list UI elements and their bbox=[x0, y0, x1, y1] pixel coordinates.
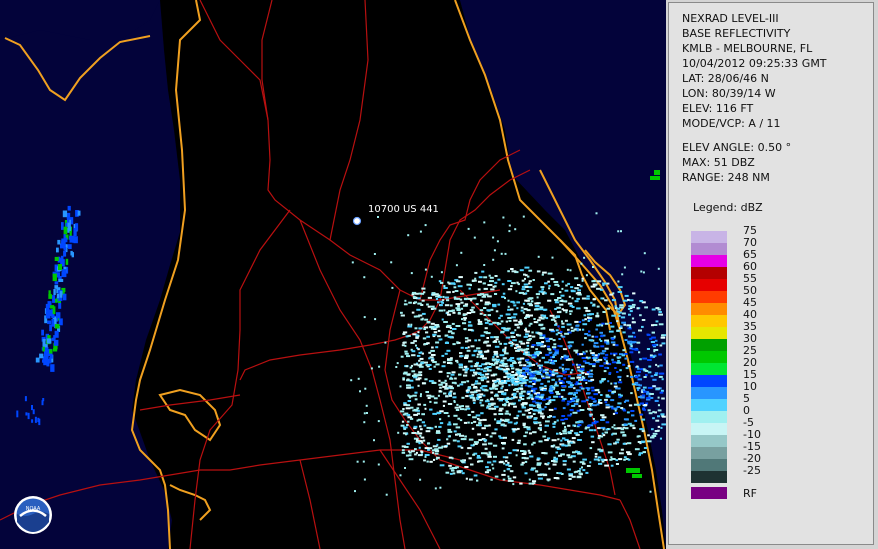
legend-swatch bbox=[691, 231, 727, 243]
legend-swatch bbox=[691, 267, 727, 279]
legend-label-rf: RF bbox=[743, 487, 757, 500]
radar-site-marker[interactable] bbox=[592, 367, 602, 377]
mode-vcp: MODE/VCP: A / 11 bbox=[682, 117, 781, 130]
place-label: 10700 US 441 bbox=[368, 204, 439, 215]
station-latitude: LAT: 28/06/46 N bbox=[682, 72, 769, 85]
scan-datetime: 10/04/2012 09:25:33 GMT bbox=[682, 57, 827, 70]
legend-label: -25 bbox=[743, 464, 761, 477]
legend-swatch bbox=[691, 351, 727, 363]
svg-text:NOAA: NOAA bbox=[26, 506, 41, 512]
radar-map[interactable]: 10700 US 441 NOAA bbox=[0, 0, 666, 549]
legend-swatch bbox=[691, 459, 727, 471]
legend-swatch bbox=[691, 387, 727, 399]
legend-swatch bbox=[691, 363, 727, 375]
product-title: NEXRAD LEVEL-III bbox=[682, 12, 779, 25]
legend-swatch bbox=[691, 291, 727, 303]
legend-swatch bbox=[691, 411, 727, 423]
legend-swatch bbox=[691, 399, 727, 411]
legend-swatch bbox=[691, 327, 727, 339]
radar-map-canvas[interactable]: 10700 US 441 NOAA bbox=[0, 0, 666, 549]
legend-swatch bbox=[691, 471, 727, 483]
info-panel: NEXRAD LEVEL-III BASE REFLECTIVITY KMLB … bbox=[668, 2, 874, 545]
station-name: KMLB - MELBOURNE, FL bbox=[682, 42, 813, 55]
noaa-logo: NOAA bbox=[14, 496, 52, 534]
legend-swatch bbox=[691, 375, 727, 387]
elevation-angle: ELEV ANGLE: 0.50 ° bbox=[682, 141, 792, 154]
legend-swatch bbox=[691, 339, 727, 351]
station-longitude: LON: 80/39/14 W bbox=[682, 87, 776, 100]
legend-swatch bbox=[691, 243, 727, 255]
legend-swatch bbox=[691, 423, 727, 435]
product-type: BASE REFLECTIVITY bbox=[682, 27, 791, 40]
legend-swatch bbox=[691, 279, 727, 291]
legend-swatch bbox=[691, 255, 727, 267]
legend-swatch bbox=[691, 447, 727, 459]
legend-swatch-rf bbox=[691, 487, 727, 499]
max-reflectivity: MAX: 51 DBZ bbox=[682, 156, 755, 169]
legend-swatch bbox=[691, 435, 727, 447]
location-pin-icon[interactable] bbox=[352, 216, 362, 226]
radar-range: RANGE: 248 NM bbox=[682, 171, 770, 184]
legend-swatch bbox=[691, 303, 727, 315]
legend-swatch bbox=[691, 315, 727, 327]
station-elevation: ELEV: 116 FT bbox=[682, 102, 754, 115]
legend-title: Legend: dBZ bbox=[693, 201, 763, 214]
